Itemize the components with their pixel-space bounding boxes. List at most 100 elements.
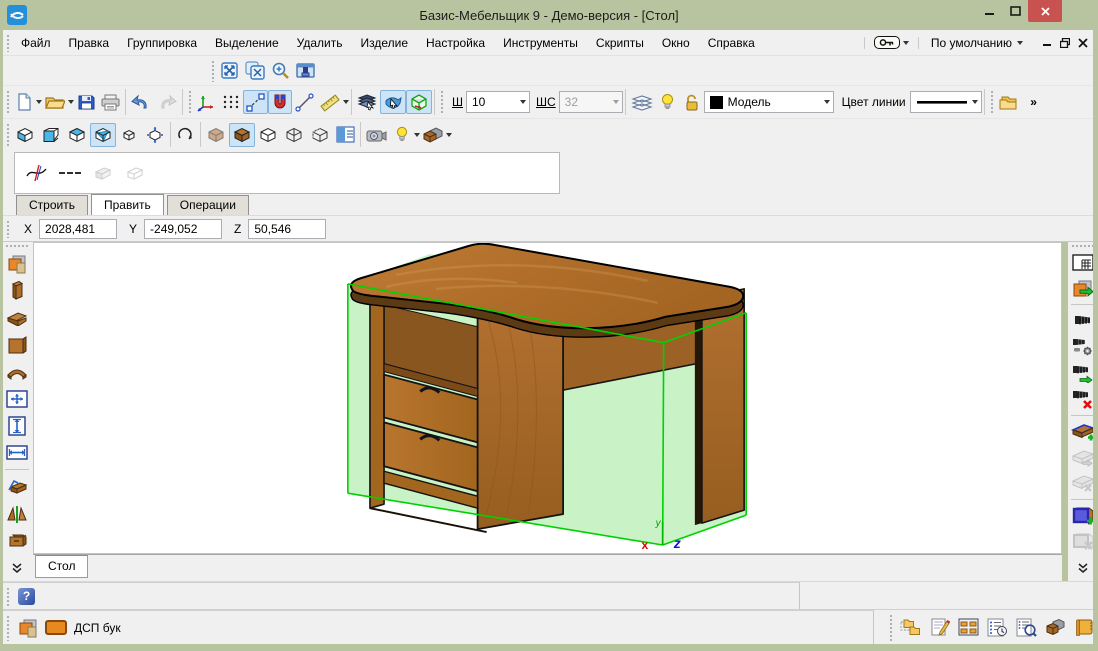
app-icon[interactable] xyxy=(7,5,27,25)
light-icon[interactable] xyxy=(390,123,414,147)
axes-icon[interactable] xyxy=(194,90,219,114)
minimize-button[interactable] xyxy=(976,0,1002,22)
dashed-line-icon[interactable] xyxy=(55,161,85,185)
mdi-close-button[interactable] xyxy=(1078,38,1088,48)
panels-grid-icon[interactable] xyxy=(955,615,982,639)
preview-icon[interactable] xyxy=(1013,615,1040,639)
mdi-restore-button[interactable] xyxy=(1060,38,1070,48)
rotate-view-icon[interactable] xyxy=(173,123,198,147)
overflow-chevron-icon[interactable]: » xyxy=(1022,90,1046,114)
close-button[interactable] xyxy=(1028,0,1062,22)
ruler-icon[interactable] xyxy=(317,90,343,114)
toolbar-drag-handle[interactable] xyxy=(5,244,29,248)
menu-product[interactable]: Изделие xyxy=(351,32,417,54)
dimensions-icon[interactable] xyxy=(3,386,31,411)
tab-edit[interactable]: Править xyxy=(91,194,164,215)
redo-icon[interactable] xyxy=(154,90,180,114)
toolbar-drag-handle[interactable] xyxy=(888,613,893,641)
menu-delete[interactable]: Удалить xyxy=(288,32,352,54)
toolbar-drag-handle[interactable] xyxy=(187,89,192,115)
materials-icon[interactable] xyxy=(420,123,446,147)
stack-icon[interactable] xyxy=(354,90,380,114)
board-horizontal-icon[interactable] xyxy=(3,305,31,330)
zoom-icon[interactable] xyxy=(268,59,293,83)
help-icon[interactable]: ? xyxy=(18,588,35,605)
materials-cubes-icon[interactable] xyxy=(1042,615,1069,639)
grid-icon[interactable] xyxy=(219,90,243,114)
panel-edge-icon[interactable] xyxy=(3,474,31,499)
measure-icon[interactable] xyxy=(292,90,317,114)
profile-dropdown[interactable]: По умолчанию xyxy=(925,34,1029,52)
panel-sheet-icon[interactable] xyxy=(4,251,30,276)
view-small-icon[interactable] xyxy=(116,123,142,147)
y-input[interactable]: -249,052 xyxy=(144,219,222,239)
snap-icon[interactable] xyxy=(243,90,268,114)
toolbar-drag-handle[interactable] xyxy=(439,89,444,115)
toolbar-drag-handle[interactable] xyxy=(5,219,10,238)
maximize-button[interactable] xyxy=(1002,0,1028,22)
board-curved-icon[interactable] xyxy=(3,359,31,384)
z-input[interactable]: 50,546 xyxy=(248,219,326,239)
menu-settings[interactable]: Настройка xyxy=(417,32,494,54)
view-top-icon[interactable] xyxy=(64,123,90,147)
tab-build[interactable]: Строить xyxy=(16,195,88,215)
toolbar-drag-handle[interactable] xyxy=(210,59,215,82)
open-file-icon[interactable] xyxy=(42,90,68,114)
lamp-icon[interactable] xyxy=(656,90,680,114)
panel-ghost-icon[interactable] xyxy=(89,161,117,185)
structure-tree-icon[interactable] xyxy=(897,615,925,639)
menu-tools[interactable]: Инструменты xyxy=(494,32,587,54)
menu-file[interactable]: Файл xyxy=(12,32,60,54)
tab-operations[interactable]: Операции xyxy=(167,195,249,215)
viewport-3d[interactable]: y x z xyxy=(33,242,1062,554)
toolbar-drag-handle[interactable] xyxy=(5,89,10,115)
trim-curves-icon[interactable] xyxy=(23,161,51,185)
view-iso-icon[interactable] xyxy=(90,123,116,147)
undo-icon[interactable] xyxy=(128,90,154,114)
board-vertical-icon[interactable] xyxy=(4,278,30,303)
chevron-down-icon[interactable] xyxy=(446,133,452,137)
mirror-parts-icon[interactable] xyxy=(3,501,31,526)
dimension-horizontal-icon[interactable] xyxy=(3,440,31,465)
view-front-icon[interactable] xyxy=(38,123,64,147)
line-color-combo[interactable] xyxy=(910,91,982,113)
edit-note-icon[interactable] xyxy=(927,615,953,639)
select-box-icon[interactable] xyxy=(406,90,432,114)
panel-ghost2-icon[interactable] xyxy=(121,161,149,185)
magnet-icon[interactable] xyxy=(268,90,292,114)
repaint-icon[interactable] xyxy=(293,59,318,83)
toolbar-drag-handle[interactable] xyxy=(5,614,10,641)
dimension-vertical-icon[interactable] xyxy=(4,413,30,438)
render-white-icon[interactable] xyxy=(255,123,281,147)
camera-icon[interactable] xyxy=(363,123,390,147)
save-icon[interactable] xyxy=(74,90,98,114)
license-key-button[interactable] xyxy=(871,35,912,50)
mdi-minimize-button[interactable] xyxy=(1043,38,1052,47)
layers-icon[interactable] xyxy=(628,90,656,114)
new-document-icon[interactable] xyxy=(12,90,36,114)
render-wireframe-icon[interactable] xyxy=(281,123,307,147)
menu-selection[interactable]: Выделение xyxy=(206,32,288,54)
menu-help[interactable]: Справка xyxy=(699,32,764,54)
chevron-down-icon[interactable] xyxy=(343,100,349,104)
folder-icon[interactable] xyxy=(996,90,1022,114)
menu-scripts[interactable]: Скрипты xyxy=(587,32,653,54)
sh-combo[interactable]: 10 xyxy=(466,91,530,113)
toolbar-drag-handle[interactable] xyxy=(5,122,10,147)
spec-clock-icon[interactable] xyxy=(984,615,1011,639)
view-fit-icon[interactable] xyxy=(142,123,168,147)
doc-tab-stol[interactable]: Стол xyxy=(35,555,88,578)
material-panels-icon[interactable] xyxy=(18,618,38,638)
lock-icon[interactable] xyxy=(680,90,704,114)
shs-combo[interactable]: 32 xyxy=(559,91,623,113)
select-cursor-icon[interactable] xyxy=(380,90,406,114)
drawer-block-icon[interactable] xyxy=(3,528,31,553)
menu-edit[interactable]: Правка xyxy=(60,32,119,54)
render-textured-icon[interactable] xyxy=(203,123,229,147)
render-hidden-icon[interactable] xyxy=(307,123,333,147)
material-swatch-icon[interactable] xyxy=(44,619,68,636)
fit-view-icon[interactable] xyxy=(217,59,242,83)
menu-drag-handle[interactable] xyxy=(5,33,10,52)
layer-combo[interactable]: Модель xyxy=(704,91,834,113)
fit-all-icon[interactable] xyxy=(242,59,268,83)
